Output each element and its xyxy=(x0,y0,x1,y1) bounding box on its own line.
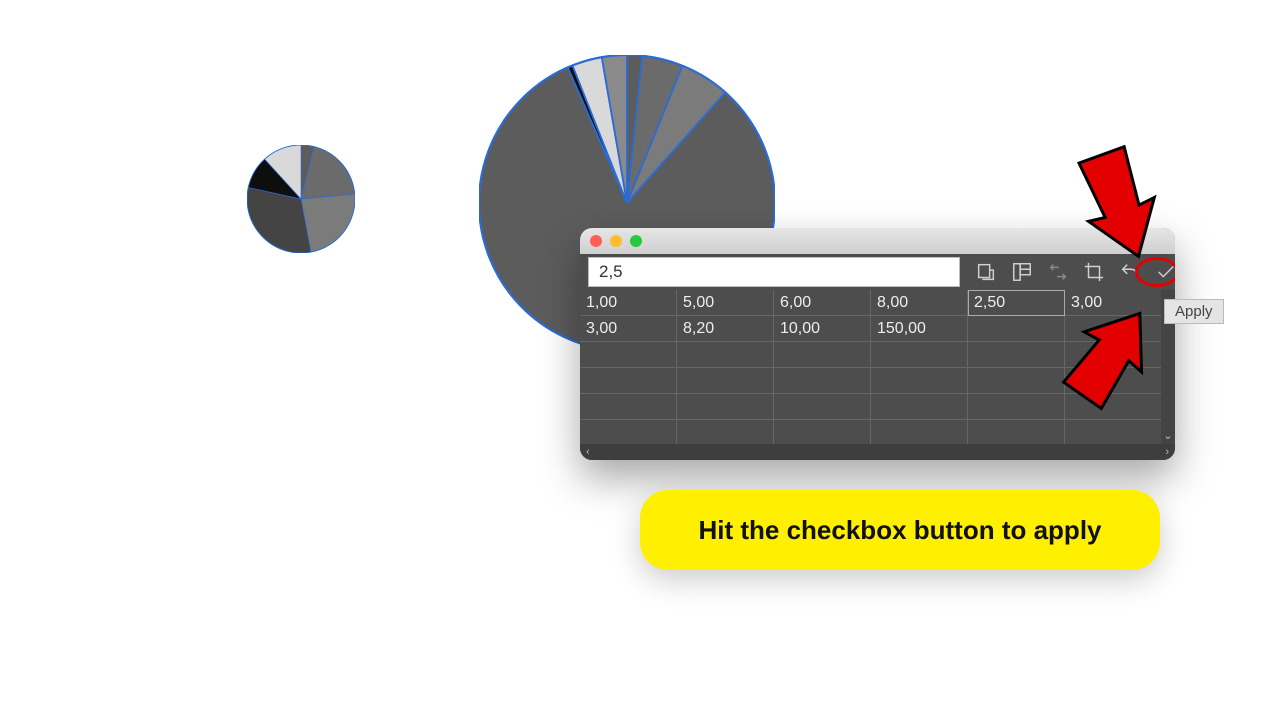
window-zoom-button[interactable] xyxy=(630,235,642,247)
grid-cell[interactable] xyxy=(677,342,774,368)
grid-cell[interactable]: 6,00 xyxy=(774,290,871,316)
grid-cell[interactable] xyxy=(871,342,968,368)
grid-cell[interactable] xyxy=(580,342,677,368)
grid-cell[interactable] xyxy=(871,420,968,446)
grid-cell[interactable] xyxy=(871,368,968,394)
grid-cell[interactable] xyxy=(677,394,774,420)
grid-cell[interactable] xyxy=(774,368,871,394)
grid-cell[interactable]: 10,00 xyxy=(774,316,871,342)
grid-cell[interactable] xyxy=(1065,420,1162,446)
grid-cell[interactable] xyxy=(677,368,774,394)
import-icon[interactable] xyxy=(974,260,998,284)
grid-cell[interactable] xyxy=(580,420,677,446)
instruction-arrow-bottom xyxy=(1045,296,1175,416)
chevron-down-icon: ⌄ xyxy=(1163,429,1172,442)
grid-cell[interactable] xyxy=(774,342,871,368)
grid-cell[interactable] xyxy=(968,420,1065,446)
grid-cell[interactable]: 5,00 xyxy=(677,290,774,316)
grid-cell[interactable] xyxy=(580,394,677,420)
window-close-button[interactable] xyxy=(590,235,602,247)
grid-cell[interactable] xyxy=(871,394,968,420)
grid-cell[interactable]: 8,20 xyxy=(677,316,774,342)
grid-cell[interactable] xyxy=(774,420,871,446)
horizontal-scrollbar[interactable]: ‹ › xyxy=(580,444,1175,460)
grid-cell[interactable]: 3,00 xyxy=(580,316,677,342)
instruction-callout: Hit the checkbox button to apply xyxy=(640,490,1160,570)
grid-cell[interactable] xyxy=(580,368,677,394)
pie-chart-small xyxy=(247,145,355,253)
grid-cell[interactable] xyxy=(774,394,871,420)
grid-cell[interactable]: 150,00 xyxy=(871,316,968,342)
scrollbar-track xyxy=(596,449,1160,455)
chevron-left-icon: ‹ xyxy=(586,446,590,458)
grid-cell[interactable] xyxy=(677,420,774,446)
cell-edit-input[interactable] xyxy=(597,261,951,283)
chevron-right-icon: › xyxy=(1165,446,1169,458)
transpose-icon[interactable] xyxy=(1010,260,1034,284)
grid-cell[interactable]: 1,00 xyxy=(580,290,677,316)
grid-cell[interactable]: 8,00 xyxy=(871,290,968,316)
instruction-arrow-top xyxy=(1058,130,1178,270)
cell-edit-field-wrap xyxy=(588,257,960,287)
window-minimize-button[interactable] xyxy=(610,235,622,247)
